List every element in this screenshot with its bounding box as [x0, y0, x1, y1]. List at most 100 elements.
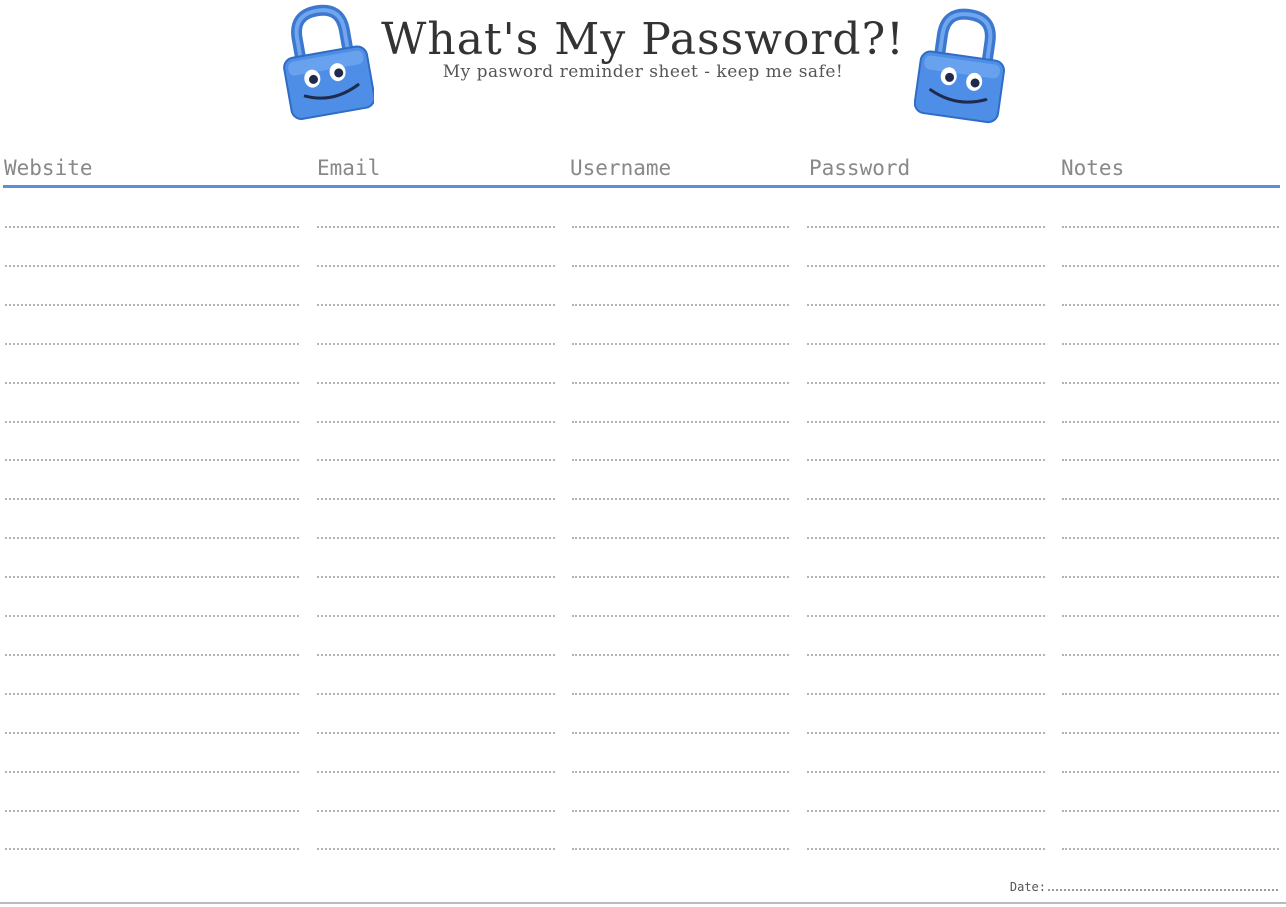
website-writing-line [5, 615, 299, 617]
username-writing-line [572, 537, 789, 539]
date-writing-line [1048, 889, 1278, 891]
entry-row [0, 732, 1286, 734]
password-writing-line [807, 382, 1045, 384]
entry-rows [0, 0, 1286, 907]
password-writing-line [807, 615, 1045, 617]
username-writing-line [572, 382, 789, 384]
email-writing-line [317, 265, 555, 267]
website-writing-line [5, 343, 299, 345]
email-writing-line [317, 693, 555, 695]
website-writing-line [5, 576, 299, 578]
entry-row [0, 537, 1286, 539]
password-writing-line [807, 265, 1045, 267]
website-writing-line [5, 848, 299, 850]
password-writing-line [807, 732, 1045, 734]
website-writing-line [5, 654, 299, 656]
email-writing-line [317, 576, 555, 578]
email-writing-line [317, 732, 555, 734]
password-writing-line [807, 304, 1045, 306]
entry-row [0, 226, 1286, 228]
website-writing-line [5, 459, 299, 461]
password-writing-line [807, 810, 1045, 812]
notes-writing-line [1062, 382, 1279, 384]
page-bottom-divider [0, 902, 1286, 904]
username-writing-line [572, 654, 789, 656]
email-writing-line [317, 771, 555, 773]
username-writing-line [572, 693, 789, 695]
website-writing-line [5, 810, 299, 812]
password-writing-line [807, 693, 1045, 695]
notes-writing-line [1062, 771, 1279, 773]
password-writing-line [807, 654, 1045, 656]
entry-row [0, 265, 1286, 267]
website-writing-line [5, 498, 299, 500]
username-writing-line [572, 226, 789, 228]
notes-writing-line [1062, 732, 1279, 734]
username-writing-line [572, 421, 789, 423]
entry-row [0, 421, 1286, 423]
email-writing-line [317, 343, 555, 345]
username-writing-line [572, 732, 789, 734]
entry-row [0, 615, 1286, 617]
email-writing-line [317, 421, 555, 423]
notes-writing-line [1062, 848, 1279, 850]
password-writing-line [807, 771, 1045, 773]
website-writing-line [5, 771, 299, 773]
username-writing-line [572, 343, 789, 345]
website-writing-line [5, 226, 299, 228]
entry-row [0, 382, 1286, 384]
password-writing-line [807, 459, 1045, 461]
username-writing-line [572, 459, 789, 461]
username-writing-line [572, 265, 789, 267]
date-field: Date: [1010, 880, 1278, 894]
notes-writing-line [1062, 693, 1279, 695]
notes-writing-line [1062, 654, 1279, 656]
notes-writing-line [1062, 421, 1279, 423]
password-writing-line [807, 226, 1045, 228]
entry-row [0, 848, 1286, 850]
email-writing-line [317, 848, 555, 850]
password-writing-line [807, 848, 1045, 850]
notes-writing-line [1062, 226, 1279, 228]
username-writing-line [572, 810, 789, 812]
notes-writing-line [1062, 615, 1279, 617]
entry-row [0, 693, 1286, 695]
email-writing-line [317, 810, 555, 812]
website-writing-line [5, 421, 299, 423]
website-writing-line [5, 382, 299, 384]
entry-row [0, 459, 1286, 461]
notes-writing-line [1062, 576, 1279, 578]
notes-writing-line [1062, 343, 1279, 345]
email-writing-line [317, 537, 555, 539]
website-writing-line [5, 537, 299, 539]
username-writing-line [572, 576, 789, 578]
website-writing-line [5, 304, 299, 306]
password-writing-line [807, 576, 1045, 578]
email-writing-line [317, 304, 555, 306]
notes-writing-line [1062, 810, 1279, 812]
notes-writing-line [1062, 498, 1279, 500]
entry-row [0, 654, 1286, 656]
password-writing-line [807, 343, 1045, 345]
date-label: Date: [1009, 880, 1046, 894]
entry-row [0, 771, 1286, 773]
username-writing-line [572, 848, 789, 850]
password-writing-line [807, 421, 1045, 423]
email-writing-line [317, 226, 555, 228]
entry-row [0, 498, 1286, 500]
password-writing-line [807, 537, 1045, 539]
notes-writing-line [1062, 265, 1279, 267]
username-writing-line [572, 771, 789, 773]
entry-row [0, 810, 1286, 812]
username-writing-line [572, 304, 789, 306]
website-writing-line [5, 265, 299, 267]
email-writing-line [317, 459, 555, 461]
website-writing-line [5, 732, 299, 734]
password-writing-line [807, 498, 1045, 500]
email-writing-line [317, 615, 555, 617]
username-writing-line [572, 615, 789, 617]
notes-writing-line [1062, 459, 1279, 461]
username-writing-line [572, 498, 789, 500]
website-writing-line [5, 693, 299, 695]
notes-writing-line [1062, 537, 1279, 539]
